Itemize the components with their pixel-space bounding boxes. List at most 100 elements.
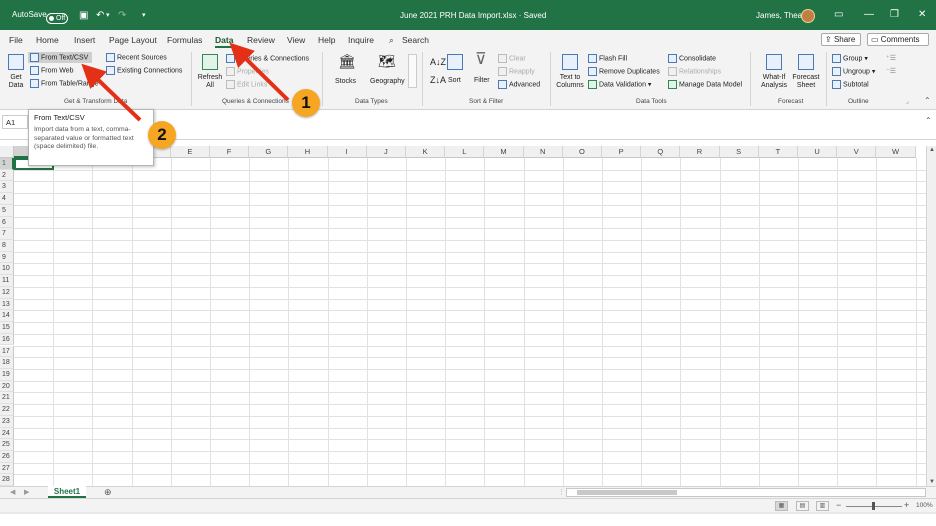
row-header[interactable]: 27 (0, 462, 14, 475)
tab-data[interactable]: Data (215, 35, 233, 45)
avatar[interactable] (801, 9, 815, 23)
sort-az-icon[interactable]: A↓Z (430, 58, 446, 67)
reapply-button[interactable]: Reapply (498, 67, 535, 76)
column-header[interactable]: P (602, 146, 642, 158)
from-web-button[interactable]: From Web (30, 66, 74, 75)
vertical-scrollbar[interactable]: ▲ ▼ (926, 146, 936, 486)
tab-file[interactable]: File (9, 35, 23, 45)
user-name[interactable]: James, Thea (756, 11, 802, 20)
column-header[interactable]: S (719, 146, 759, 158)
row-header[interactable]: 28 (0, 474, 14, 486)
consolidate-button[interactable]: Consolidate (668, 54, 716, 63)
edit-links-button[interactable]: Edit Links (226, 80, 267, 89)
tab-page-layout[interactable]: Page Layout (109, 35, 157, 45)
tab-home[interactable]: Home (36, 35, 59, 45)
row-header[interactable]: 26 (0, 451, 14, 463)
zoom-slider-knob[interactable] (872, 502, 875, 510)
redo-icon[interactable]: ↷ (118, 11, 126, 21)
scroll-down-icon[interactable]: ▼ (929, 479, 935, 485)
zoom-level[interactable]: 100% (916, 502, 933, 509)
data-types-gallery-scroll[interactable] (408, 54, 417, 88)
row-header[interactable]: 18 (0, 357, 14, 369)
row-header[interactable]: 11 (0, 275, 14, 287)
row-header[interactable]: 9 (0, 251, 14, 264)
row-header[interactable]: 2 (0, 169, 14, 182)
sort-za-icon[interactable]: Z↓A (430, 76, 446, 85)
geography-button[interactable]: Geography (370, 77, 405, 86)
recent-sources-button[interactable]: Recent Sources (106, 53, 167, 62)
data-validation-button[interactable]: Data Validation ▾ (588, 80, 651, 89)
share-button[interactable]: ⇪ Share (821, 33, 861, 46)
column-header[interactable]: T (758, 146, 798, 158)
scroll-thumb[interactable] (577, 490, 677, 495)
undo-dropdown-icon[interactable]: ▾ (106, 11, 110, 21)
row-header[interactable]: 22 (0, 404, 14, 416)
flash-fill-button[interactable]: Flash Fill (588, 54, 627, 63)
zoom-out-icon[interactable]: − (836, 500, 841, 510)
tab-help[interactable]: Help (318, 35, 335, 45)
select-all-corner[interactable] (0, 146, 14, 158)
group-button[interactable]: Group ▾ (832, 54, 868, 63)
advanced-button[interactable]: Advanced (498, 80, 540, 89)
page-layout-view-icon[interactable]: ▤ (796, 501, 809, 511)
row-header[interactable]: 24 (0, 427, 14, 440)
sheet-tab[interactable]: Sheet1 (48, 486, 86, 498)
search-box[interactable]: Search (402, 35, 429, 45)
horizontal-scrollbar[interactable] (566, 488, 926, 497)
column-header[interactable]: U (798, 146, 838, 158)
text-to-columns-button[interactable]: Text to Columns (556, 74, 584, 90)
row-header[interactable]: 13 (0, 298, 14, 311)
subtotal-button[interactable]: Subtotal (832, 80, 869, 89)
row-header[interactable]: 20 (0, 380, 14, 393)
clear-button[interactable]: Clear (498, 54, 526, 63)
column-header[interactable]: L (445, 146, 485, 158)
stocks-button[interactable]: Stocks (335, 77, 356, 86)
properties-button[interactable]: Properties (226, 67, 269, 76)
scroll-up-icon[interactable]: ▲ (929, 147, 935, 153)
prev-sheet-icon[interactable]: ◀ (10, 488, 15, 496)
relationships-button[interactable]: Relationships (668, 67, 721, 76)
row-header[interactable]: 15 (0, 322, 14, 334)
restore-icon[interactable]: ❐ (890, 10, 899, 20)
column-header[interactable]: G (249, 146, 289, 158)
zoom-in-icon[interactable]: + (904, 500, 909, 510)
dialog-launcher-icon[interactable]: ⌟ (906, 98, 909, 107)
column-header[interactable]: F (210, 146, 250, 158)
minimize-icon[interactable]: — (864, 10, 874, 20)
name-box[interactable]: A1 (2, 115, 28, 129)
column-header[interactable]: E (170, 146, 210, 158)
save-icon[interactable]: ▣ (79, 11, 88, 21)
page-break-view-icon[interactable]: ▥ (816, 501, 829, 511)
forecast-sheet-button[interactable]: Forecast Sheet (792, 74, 820, 90)
collapse-ribbon-icon[interactable]: ⌃ (924, 96, 931, 105)
column-header[interactable]: R (680, 146, 720, 158)
column-header[interactable]: J (366, 146, 406, 158)
column-header[interactable]: M (484, 146, 524, 158)
row-header[interactable]: 17 (0, 345, 14, 358)
worksheet-grid[interactable]: ▲ ▼ ABCDEFGHIJKLMNOPQRSTUVW1234567891011… (0, 146, 936, 486)
comments-button[interactable]: ▭ Comments (867, 33, 929, 46)
row-header[interactable]: 14 (0, 310, 14, 323)
ribbon-display-icon[interactable]: ▭ (834, 10, 843, 20)
tab-inquire[interactable]: Inquire (348, 35, 374, 45)
tab-review[interactable]: Review (247, 35, 275, 45)
get-data-button[interactable]: Get Data (5, 74, 27, 90)
queries-connections-button[interactable]: Queries & Connections (226, 54, 309, 63)
from-text-csv-button[interactable]: From Text/CSV (30, 53, 88, 62)
row-header[interactable]: 8 (0, 240, 14, 252)
add-sheet-icon[interactable]: ⊕ (104, 487, 112, 498)
manage-data-model-button[interactable]: Manage Data Model (668, 80, 742, 89)
ungroup-button[interactable]: Ungroup ▾ (832, 67, 875, 76)
row-header[interactable]: 21 (0, 392, 14, 405)
from-table-range-button[interactable]: From Table/Range (30, 79, 98, 88)
customize-qat-icon[interactable]: ▾ (142, 11, 146, 21)
column-header[interactable]: W (876, 146, 916, 158)
refresh-all-button[interactable]: Refresh All (196, 74, 224, 90)
column-header[interactable]: H (288, 146, 328, 158)
what-if-analysis-button[interactable]: What-If Analysis (758, 74, 790, 90)
row-header[interactable]: 12 (0, 286, 14, 299)
undo-icon[interactable]: ↶ (96, 11, 104, 21)
tab-formulas[interactable]: Formulas (167, 35, 202, 45)
row-header[interactable]: 6 (0, 216, 14, 229)
row-header[interactable]: 1 (0, 158, 14, 170)
